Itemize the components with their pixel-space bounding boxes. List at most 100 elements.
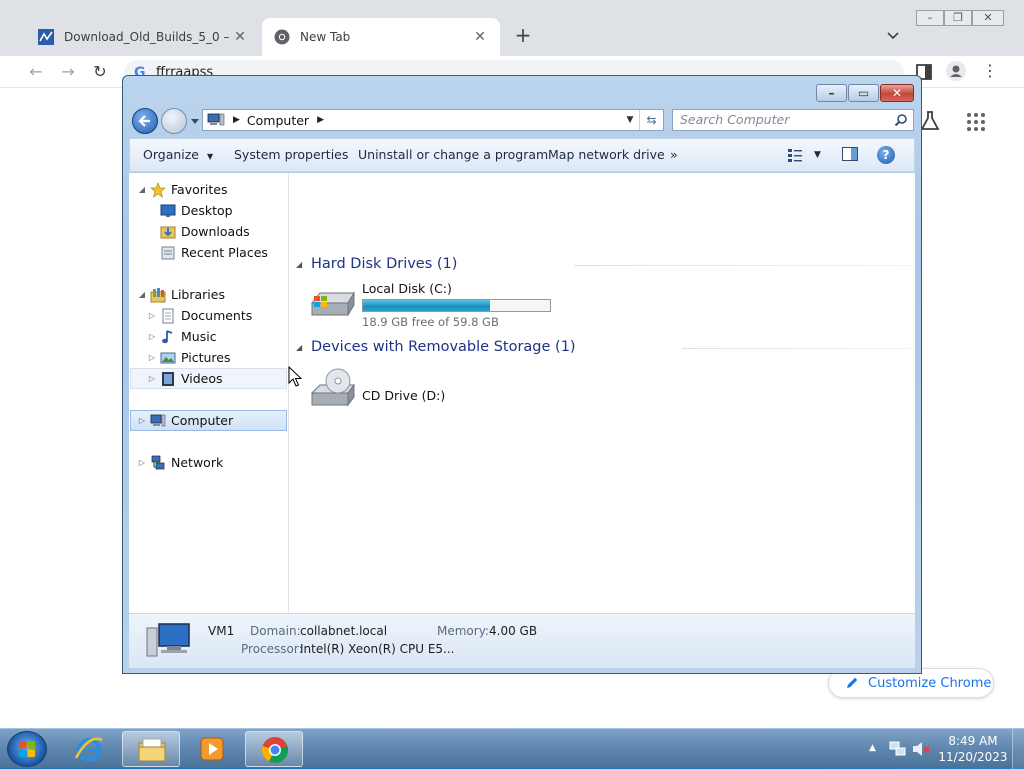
star-icon — [150, 181, 166, 198]
sidebar-item-documents[interactable]: ▷ Documents — [147, 305, 252, 326]
explorer-body: ◢ Favorites Desktop Downloads Recent Pla… — [129, 173, 915, 613]
drive-cd-drive-d[interactable]: CD Drive (D:) — [300, 363, 500, 411]
sidebar-item-music[interactable]: ▷ Music — [147, 326, 217, 347]
expanded-arrow-icon[interactable]: ◢ — [296, 260, 308, 269]
customize-chrome-label: Customize Chrome — [868, 675, 992, 691]
breadcrumb-separator-icon[interactable]: ▶ — [233, 115, 240, 125]
forward-button[interactable] — [161, 108, 187, 134]
collapsed-arrow-icon[interactable]: ▷ — [147, 353, 157, 362]
more-commands-button[interactable]: » — [670, 139, 678, 171]
chrome-minimize-button[interactable]: – — [916, 10, 944, 26]
collapsed-arrow-icon[interactable]: ▷ — [147, 332, 157, 341]
expanded-arrow-icon[interactable]: ◢ — [296, 343, 308, 352]
computer-icon — [207, 113, 225, 126]
explorer-window: – ▭ ✕ ▶ Computer ▶ ▼ ⇆ Search Computer O… — [122, 75, 922, 674]
sidebar-item-pictures[interactable]: ▷ Pictures — [147, 347, 231, 368]
refresh-icon[interactable]: ⇆ — [639, 110, 663, 130]
breadcrumb-separator-icon[interactable]: ▶ — [317, 115, 324, 125]
sidebar-item-recent-places[interactable]: Recent Places — [160, 242, 268, 263]
sidebar-item-favorites[interactable]: ◢ Favorites — [137, 179, 227, 200]
close-icon[interactable]: ✕ — [472, 29, 488, 45]
chrome-tabstrip: Download_Old_Builds_5_0 – Orac ✕ New Tab… — [0, 0, 1024, 56]
preview-pane-icon[interactable] — [842, 147, 858, 161]
sidebar-item-label: Libraries — [171, 287, 225, 302]
maximize-button[interactable]: ▭ — [848, 84, 879, 102]
drive-name: Local Disk (C:) — [362, 281, 452, 296]
chevron-down-icon[interactable] — [884, 26, 902, 44]
computer-monitor-icon — [146, 623, 190, 657]
documents-icon — [162, 308, 174, 323]
system-properties-button[interactable]: System properties — [234, 139, 348, 171]
sidebar-item-videos[interactable]: ▷ Videos — [130, 368, 287, 389]
view-options-dropdown-icon[interactable]: ▼ — [814, 139, 821, 171]
taskbar-media-player[interactable] — [183, 731, 241, 767]
start-button[interactable] — [7, 731, 47, 767]
help-icon[interactable]: ? — [877, 146, 895, 164]
music-note-icon — [162, 329, 173, 343]
processor-label: Processor: — [241, 642, 303, 656]
kebab-menu-icon[interactable]: ⋮ — [982, 61, 998, 81]
group-divider — [574, 265, 910, 266]
desktop-icon — [160, 204, 176, 217]
internet-explorer-icon — [74, 737, 103, 762]
sidebar-item-computer[interactable]: ▷ Computer — [130, 410, 287, 431]
recent-pages-dropdown-icon[interactable] — [190, 116, 200, 126]
reload-icon[interactable]: ↻ — [90, 62, 110, 82]
taskbar-google-chrome[interactable] — [245, 731, 303, 767]
profile-avatar-icon[interactable] — [946, 61, 966, 81]
volume-muted-icon[interactable] — [912, 741, 930, 757]
explorer-title-bar[interactable]: – ▭ ✕ — [123, 76, 921, 106]
taskbar: ▲ 8:49 AM 11/20/2023 — [0, 728, 1024, 769]
expanded-arrow-icon[interactable]: ◢ — [137, 185, 147, 194]
collapsed-arrow-icon[interactable]: ▷ — [147, 374, 157, 383]
sidebar-item-network[interactable]: ▷ Network — [137, 452, 223, 473]
map-network-drive-button[interactable]: Map network drive — [548, 139, 665, 171]
sidebar-item-desktop[interactable]: Desktop — [160, 200, 233, 221]
chrome-restore-button[interactable]: ❐ — [944, 10, 972, 26]
uninstall-program-button[interactable]: Uninstall or change a program — [358, 139, 548, 171]
back-arrow-icon[interactable]: ← — [26, 62, 46, 82]
change-view-icon[interactable] — [787, 147, 803, 163]
domain-value: collabnet.local — [300, 624, 388, 638]
address-row: ▶ Computer ▶ ▼ ⇆ Search Computer — [129, 106, 915, 136]
taskbar-clock[interactable]: 8:49 AM 11/20/2023 — [936, 733, 1010, 765]
address-dropdown-icon[interactable]: ▼ — [623, 110, 637, 130]
show-hidden-icons-icon[interactable]: ▲ — [869, 743, 879, 753]
address-bar[interactable]: ▶ Computer ▶ ▼ ⇆ — [202, 109, 664, 131]
sidebar-item-label: Network — [171, 455, 224, 470]
tab-title: Download_Old_Builds_5_0 – Orac — [64, 30, 232, 44]
collapsed-arrow-icon[interactable]: ▷ — [137, 416, 147, 425]
expanded-arrow-icon[interactable]: ◢ — [137, 290, 147, 299]
show-desktop-button[interactable] — [1012, 729, 1024, 769]
network-tray-icon[interactable] — [889, 741, 907, 757]
labs-flask-icon[interactable] — [920, 110, 940, 132]
apps-grid-icon[interactable] — [966, 112, 986, 132]
close-button[interactable]: ✕ — [880, 84, 914, 102]
tab-download-old-builds[interactable]: Download_Old_Builds_5_0 – Orac ✕ — [26, 18, 260, 56]
group-header-removable-storage[interactable]: ◢ Devices with Removable Storage (1) — [296, 337, 576, 357]
collapsed-arrow-icon[interactable]: ▷ — [147, 311, 157, 320]
close-icon[interactable]: ✕ — [232, 29, 248, 45]
forward-arrow-icon[interactable]: → — [58, 62, 78, 82]
search-input[interactable]: Search Computer — [672, 109, 914, 131]
chrome-icon — [261, 737, 289, 763]
new-tab-plus-icon[interactable]: + — [512, 24, 534, 46]
minimize-button[interactable]: – — [816, 84, 847, 102]
organize-button[interactable]: Organize ▼ — [143, 139, 213, 171]
search-placeholder: Search Computer — [680, 112, 790, 127]
taskbar-windows-explorer[interactable] — [122, 731, 180, 767]
back-button[interactable] — [132, 108, 158, 134]
organize-label: Organize — [143, 147, 199, 162]
chrome-close-button[interactable]: ✕ — [972, 10, 1004, 26]
network-icon — [151, 455, 165, 469]
taskbar-internet-explorer[interactable] — [60, 731, 118, 767]
recent-places-icon — [161, 246, 175, 259]
collapsed-arrow-icon[interactable]: ▷ — [137, 458, 147, 467]
sidebar-item-label: Computer — [171, 413, 234, 428]
sidebar-item-downloads[interactable]: Downloads — [160, 221, 250, 242]
tab-new-tab[interactable]: New Tab ✕ — [262, 18, 500, 56]
breadcrumb-computer[interactable]: Computer — [247, 113, 309, 128]
group-header-hard-disk-drives[interactable]: ◢ Hard Disk Drives (1) — [296, 254, 457, 274]
clock-date: 11/20/2023 — [938, 750, 1008, 764]
sidebar-item-libraries[interactable]: ◢ Libraries — [137, 284, 225, 305]
